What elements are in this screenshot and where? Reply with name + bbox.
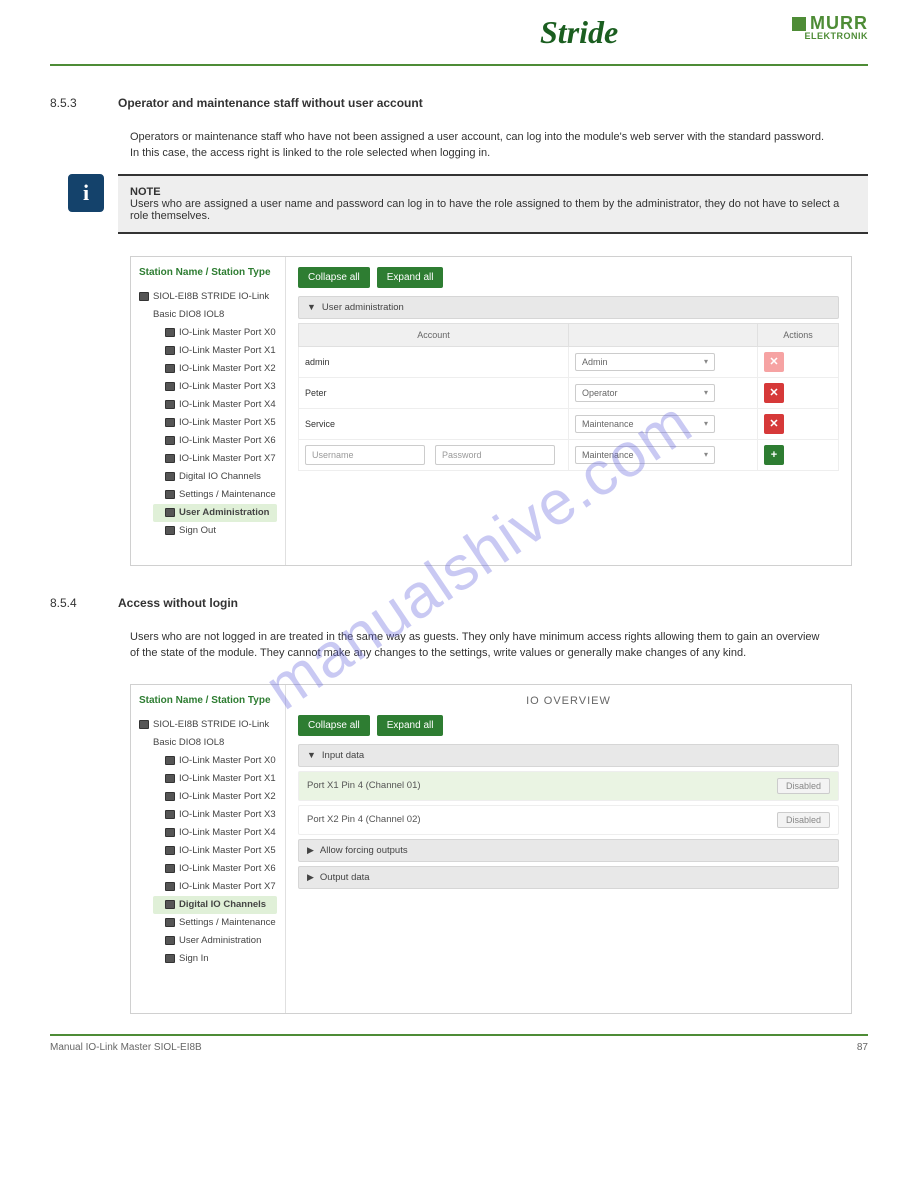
sidebar-item-port[interactable]: IO-Link Master Port X3 [153, 806, 277, 824]
section-8-5-4-heading: 8.5.4 Access without login [50, 596, 868, 610]
info-icon: i [68, 174, 104, 212]
section-8-5-3-body: Operators or maintenance staff who have … [130, 130, 830, 162]
sidebar-item-port[interactable]: IO-Link Master Port X4 [153, 824, 277, 842]
chevron-right-icon: ▶ [307, 845, 314, 856]
device-sub: Basic DIO8 IOL8 [139, 734, 277, 752]
device-icon [139, 720, 149, 729]
sidebar-item-port[interactable]: IO-Link Master Port X0 [153, 752, 277, 770]
brand-murr-logo: MURR ELEKTRONIK [792, 14, 868, 41]
section-8-5-4-body: Users who are not logged in are treated … [130, 630, 830, 662]
device-sub: Basic DIO8 IOL8 [139, 306, 277, 324]
delete-button[interactable]: ✕ [764, 383, 784, 403]
page-number: 87 [857, 1042, 868, 1053]
table-row: Service Maintenance ✕ [299, 408, 839, 439]
screenshot-io-overview: Station Name / Station Type SIOL-EI8B ST… [130, 684, 852, 1014]
sidebar-item-port[interactable]: IO-Link Master Port X1 [153, 770, 277, 788]
sidebar-item-settings[interactable]: Settings / Maintenance [153, 914, 277, 932]
delete-button[interactable]: ✕ [764, 352, 784, 372]
sidebar-item-settings[interactable]: Settings / Maintenance [153, 486, 277, 504]
collapse-all-button[interactable]: Collapse all [298, 267, 370, 288]
output-data-header[interactable]: ▶Output data [298, 866, 839, 889]
sidebar-item-port[interactable]: IO-Link Master Port X3 [153, 378, 277, 396]
role-select[interactable]: Operator [575, 384, 715, 402]
role-select[interactable]: Maintenance [575, 415, 715, 433]
page-header: Stride MURR ELEKTRONIK [0, 0, 918, 60]
screenshot-user-admin: Station Name / Station Type SIOL-EI8B ST… [130, 256, 852, 566]
sidebar-item-signout[interactable]: Sign Out [153, 522, 277, 540]
role-select[interactable]: Maintenance [575, 446, 715, 464]
sidebar-item-user-admin[interactable]: User Administration [153, 932, 277, 950]
section-8-5-3-heading: 8.5.3 Operator and maintenance staff wit… [50, 96, 868, 110]
input-data-header[interactable]: ▼Input data [298, 744, 839, 767]
sidebar-item-port[interactable]: IO-Link Master Port X2 [153, 360, 277, 378]
note-block: i NOTE Users who are assigned a user nam… [68, 174, 868, 234]
sidebar-item-port[interactable]: IO-Link Master Port X1 [153, 342, 277, 360]
password-input[interactable]: Password [435, 445, 555, 465]
user-admin-section-header[interactable]: ▼User administration [298, 296, 839, 319]
col-actions: Actions [758, 323, 839, 346]
expand-all-button[interactable]: Expand all [377, 267, 444, 288]
chevron-down-icon: ▼ [307, 750, 316, 760]
sidebar-item-port[interactable]: IO-Link Master Port X7 [153, 450, 277, 468]
sidebar-item-port[interactable]: IO-Link Master Port X6 [153, 860, 277, 878]
expand-all-button[interactable]: Expand all [377, 715, 444, 736]
sidebar-item-port[interactable]: IO-Link Master Port X4 [153, 396, 277, 414]
sidebar-item-signin[interactable]: Sign In [153, 950, 277, 968]
sidebar-item-port[interactable]: IO-Link Master Port X0 [153, 324, 277, 342]
add-user-button[interactable]: + [764, 445, 784, 465]
sidebar-item-io[interactable]: Digital IO Channels [153, 468, 277, 486]
username-input[interactable]: Username [305, 445, 425, 465]
io-row: Port X1 Pin 4 (Channel 01) Disabled [298, 771, 839, 801]
status-badge: Disabled [777, 778, 830, 794]
sidebar-item-port[interactable]: IO-Link Master Port X5 [153, 414, 277, 432]
sidebar-item-port[interactable]: IO-Link Master Port X6 [153, 432, 277, 450]
collapse-all-button[interactable]: Collapse all [298, 715, 370, 736]
chevron-down-icon: ▼ [307, 302, 316, 312]
table-row: Peter Operator ✕ [299, 377, 839, 408]
sidebar: Station Name / Station Type SIOL-EI8B ST… [131, 685, 286, 1013]
table-row: admin Admin ✕ [299, 346, 839, 377]
new-user-row: Username Password Maintenance + [299, 439, 839, 470]
sidebar-item-port[interactable]: IO-Link Master Port X2 [153, 788, 277, 806]
sidebar-title: Station Name / Station Type [139, 267, 277, 278]
force-outputs-header[interactable]: ▶Allow forcing outputs [298, 839, 839, 862]
footer-left: Manual IO-Link Master SIOL-EI8B [50, 1042, 202, 1053]
io-row: Port X2 Pin 4 (Channel 02) Disabled [298, 805, 839, 835]
sidebar: Station Name / Station Type SIOL-EI8B ST… [131, 257, 286, 565]
device-icon [139, 292, 149, 301]
delete-button[interactable]: ✕ [764, 414, 784, 434]
note-label: NOTE [130, 186, 161, 198]
chevron-right-icon: ▶ [307, 872, 314, 883]
user-table: Account Actions admin Admin ✕ Peter Oper… [298, 323, 839, 471]
sidebar-item-port[interactable]: IO-Link Master Port X7 [153, 878, 277, 896]
note-text: Users who are assigned a user name and p… [130, 198, 839, 222]
device-name[interactable]: SIOL-EI8B STRIDE IO-Link [153, 719, 269, 730]
panel-title: IO OVERVIEW [298, 695, 839, 707]
sidebar-item-user-admin[interactable]: User Administration [153, 504, 277, 522]
sidebar-title: Station Name / Station Type [139, 695, 277, 706]
status-badge: Disabled [777, 812, 830, 828]
device-name[interactable]: SIOL-EI8B STRIDE IO-Link [153, 291, 269, 302]
header-rule [50, 64, 868, 66]
page-footer: Manual IO-Link Master SIOL-EI8B 87 [0, 1036, 918, 1053]
sidebar-item-port[interactable]: IO-Link Master Port X5 [153, 842, 277, 860]
brand-stride-logo: Stride [540, 14, 618, 51]
role-select[interactable]: Admin [575, 353, 715, 371]
col-account: Account [299, 323, 569, 346]
sidebar-item-io[interactable]: Digital IO Channels [153, 896, 277, 914]
